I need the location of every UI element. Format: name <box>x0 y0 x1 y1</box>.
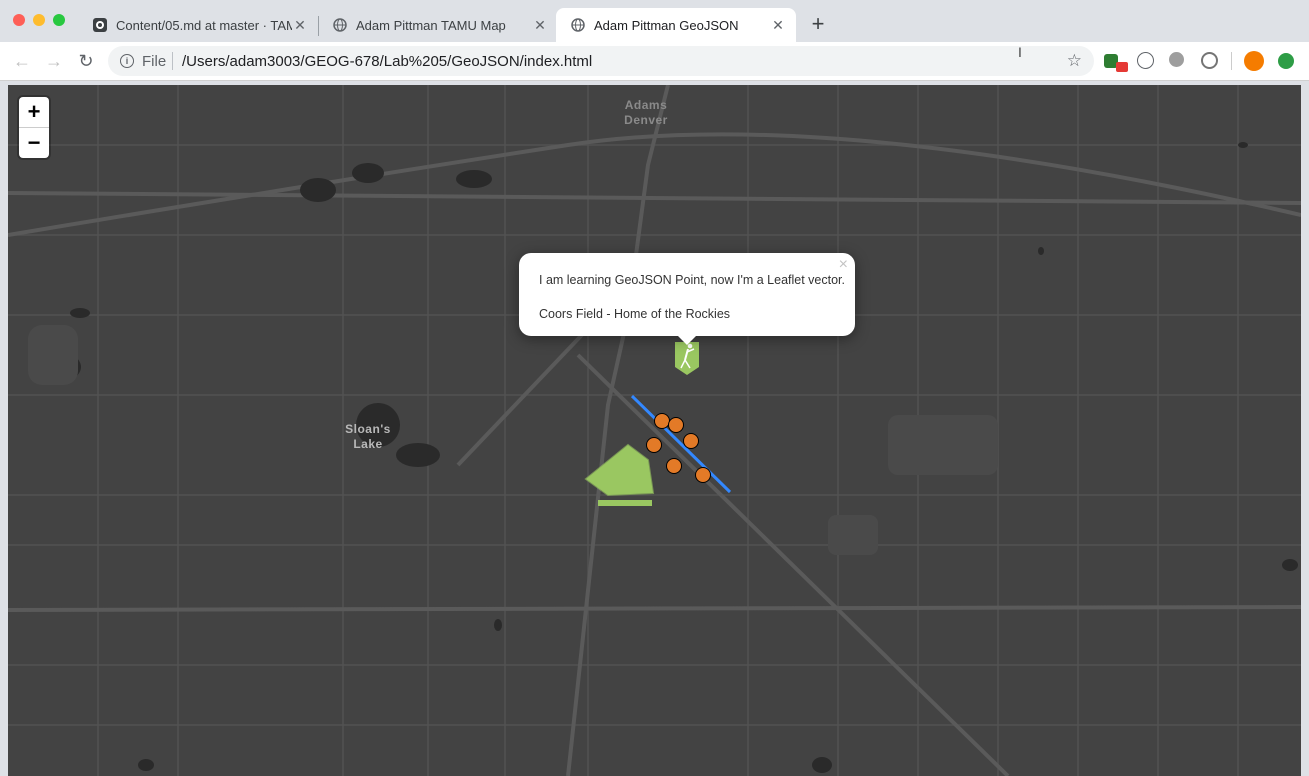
text-cursor-icon: I <box>1018 44 1022 60</box>
park-polygon[interactable] <box>584 443 655 497</box>
protocol-label: File <box>142 53 167 70</box>
maximize-window-button[interactable] <box>53 14 65 26</box>
bookmark-star-icon[interactable]: ☆ <box>1067 51 1082 71</box>
tab-label: Adam Pittman GeoJSON <box>594 17 739 33</box>
extension-icon[interactable] <box>1244 51 1264 71</box>
back-button[interactable]: ← <box>11 50 33 72</box>
extension-icon[interactable] <box>1137 52 1154 69</box>
circle-marker[interactable] <box>666 458 682 474</box>
circle-marker[interactable] <box>683 433 699 449</box>
popup-text-line-2: Coors Field - Home of the Rockies <box>539 307 731 321</box>
info-icon[interactable]: i <box>120 54 134 68</box>
circle-marker[interactable] <box>654 413 670 429</box>
popup-close-button[interactable]: × <box>839 256 848 274</box>
park-strip-polygon[interactable] <box>598 500 652 506</box>
zoom-out-button[interactable]: − <box>19 128 49 158</box>
map-popup: × I am learning GeoJSON Point, now I'm a… <box>519 253 855 345</box>
tab-geojson[interactable]: Adam Pittman GeoJSON ✕ <box>556 8 796 42</box>
popup-tip <box>676 334 698 345</box>
extension-icon[interactable] <box>1201 52 1218 69</box>
close-window-button[interactable] <box>13 14 25 26</box>
github-icon <box>92 17 108 33</box>
close-tab-icon[interactable]: ✕ <box>770 17 786 34</box>
globe-icon <box>332 17 348 33</box>
close-tab-icon[interactable]: ✕ <box>532 17 548 34</box>
geojson-layer <box>584 342 732 506</box>
globe-icon <box>570 17 586 33</box>
circle-marker[interactable] <box>646 437 662 453</box>
extension-icon[interactable] <box>1278 53 1294 69</box>
close-tab-icon[interactable]: ✕ <box>292 17 308 34</box>
circle-marker[interactable] <box>695 467 711 483</box>
reload-button[interactable]: ↻ <box>75 50 97 72</box>
tab-label: Content/05.md at master · TAMU <box>116 17 292 33</box>
tab-label: Adam Pittman TAMU Map <box>356 17 506 33</box>
url-text[interactable]: /Users/adam3003/GEOG-678/Lab%205/GeoJSON… <box>182 53 592 70</box>
zoom-in-button[interactable]: + <box>19 97 49 127</box>
tab-strip: Content/05.md at master · TAMU ✕ Adam Pi… <box>0 0 1309 42</box>
extension-badge-icon <box>1116 62 1128 72</box>
tab-tamu-map[interactable]: Adam Pittman TAMU Map ✕ <box>318 8 558 42</box>
minimize-window-button[interactable] <box>33 14 45 26</box>
baseball-marker-icon[interactable] <box>675 342 699 375</box>
popup-text-line-1: I am learning GeoJSON Point, now I'm a L… <box>539 273 846 287</box>
toolbar-divider <box>1231 52 1232 70</box>
zoom-control: + − <box>19 97 49 158</box>
map[interactable]: Adams Denver Sloan's Lake + − × I am lea… <box>8 85 1301 776</box>
new-tab-button[interactable]: + <box>808 12 828 36</box>
browser-chrome: Content/05.md at master · TAMU ✕ Adam Pi… <box>0 0 1309 81</box>
forward-button[interactable]: → <box>43 50 65 72</box>
browser-toolbar: ← → ↻ i File /Users/adam3003/GEOG-678/La… <box>0 42 1309 81</box>
extension-icon[interactable] <box>1169 52 1184 67</box>
circle-marker[interactable] <box>668 417 684 433</box>
tab-github[interactable]: Content/05.md at master · TAMU ✕ <box>78 8 318 42</box>
divider <box>172 52 173 70</box>
address-bar[interactable]: i File /Users/adam3003/GEOG-678/Lab%205/… <box>108 46 1094 76</box>
